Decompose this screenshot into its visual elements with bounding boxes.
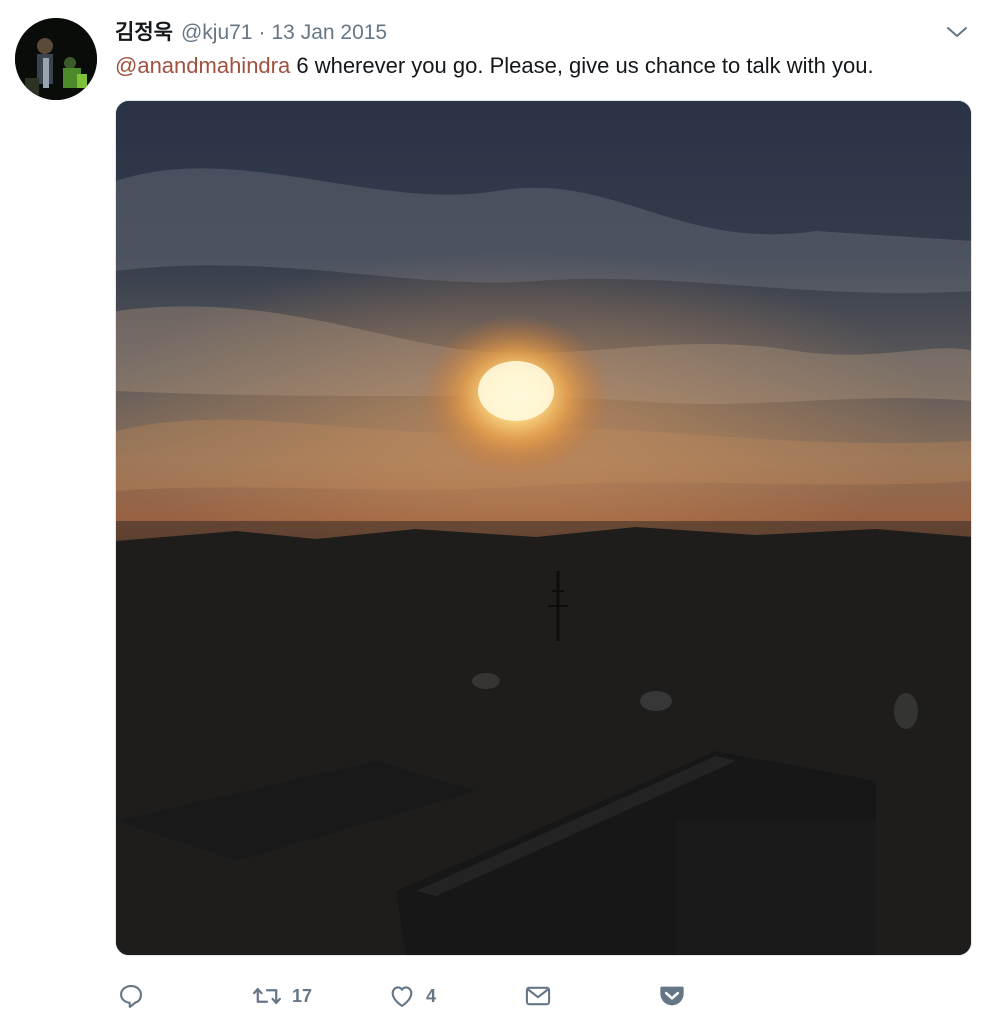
avatar-image [15,18,97,100]
like-count: 4 [426,985,437,1006]
direct-message-button[interactable] [524,978,552,1014]
pocket-icon [660,986,684,1006]
tweet-actions: 17 4 [115,978,715,1014]
tweet-header: 김정욱 @kju71 · 13 Jan 2015 [115,16,387,46]
separator: · [258,21,266,44]
mention-link[interactable]: @anandmahindra [115,53,290,78]
tweet-photo[interactable] [115,100,972,956]
avatar[interactable] [15,18,97,100]
sunset-photo [116,101,971,955]
tweet-timestamp[interactable]: 13 Jan 2015 [272,21,388,45]
reply-button[interactable] [117,978,145,1014]
tweet-text: @anandmahindra 6 wherever you go. Please… [115,51,975,81]
tweet-card: 김정욱 @kju71 · 13 Jan 2015 @anandmahindra … [0,0,987,1024]
author-display-name[interactable]: 김정욱 [115,16,173,46]
heart-icon [391,986,413,1007]
author-handle[interactable]: @kju71 [181,21,253,45]
pocket-save-button[interactable] [658,978,686,1014]
mail-icon [525,986,551,1006]
retweet-count: 17 [292,985,313,1006]
retweet-icon [252,987,282,1005]
more-options-chevron-down-icon[interactable] [944,22,970,42]
tweet-body: 6 wherever you go. Please, give us chanc… [290,53,874,78]
reply-icon [120,985,142,1008]
like-button[interactable]: 4 [388,978,436,1014]
retweet-button[interactable]: 17 [252,978,312,1014]
